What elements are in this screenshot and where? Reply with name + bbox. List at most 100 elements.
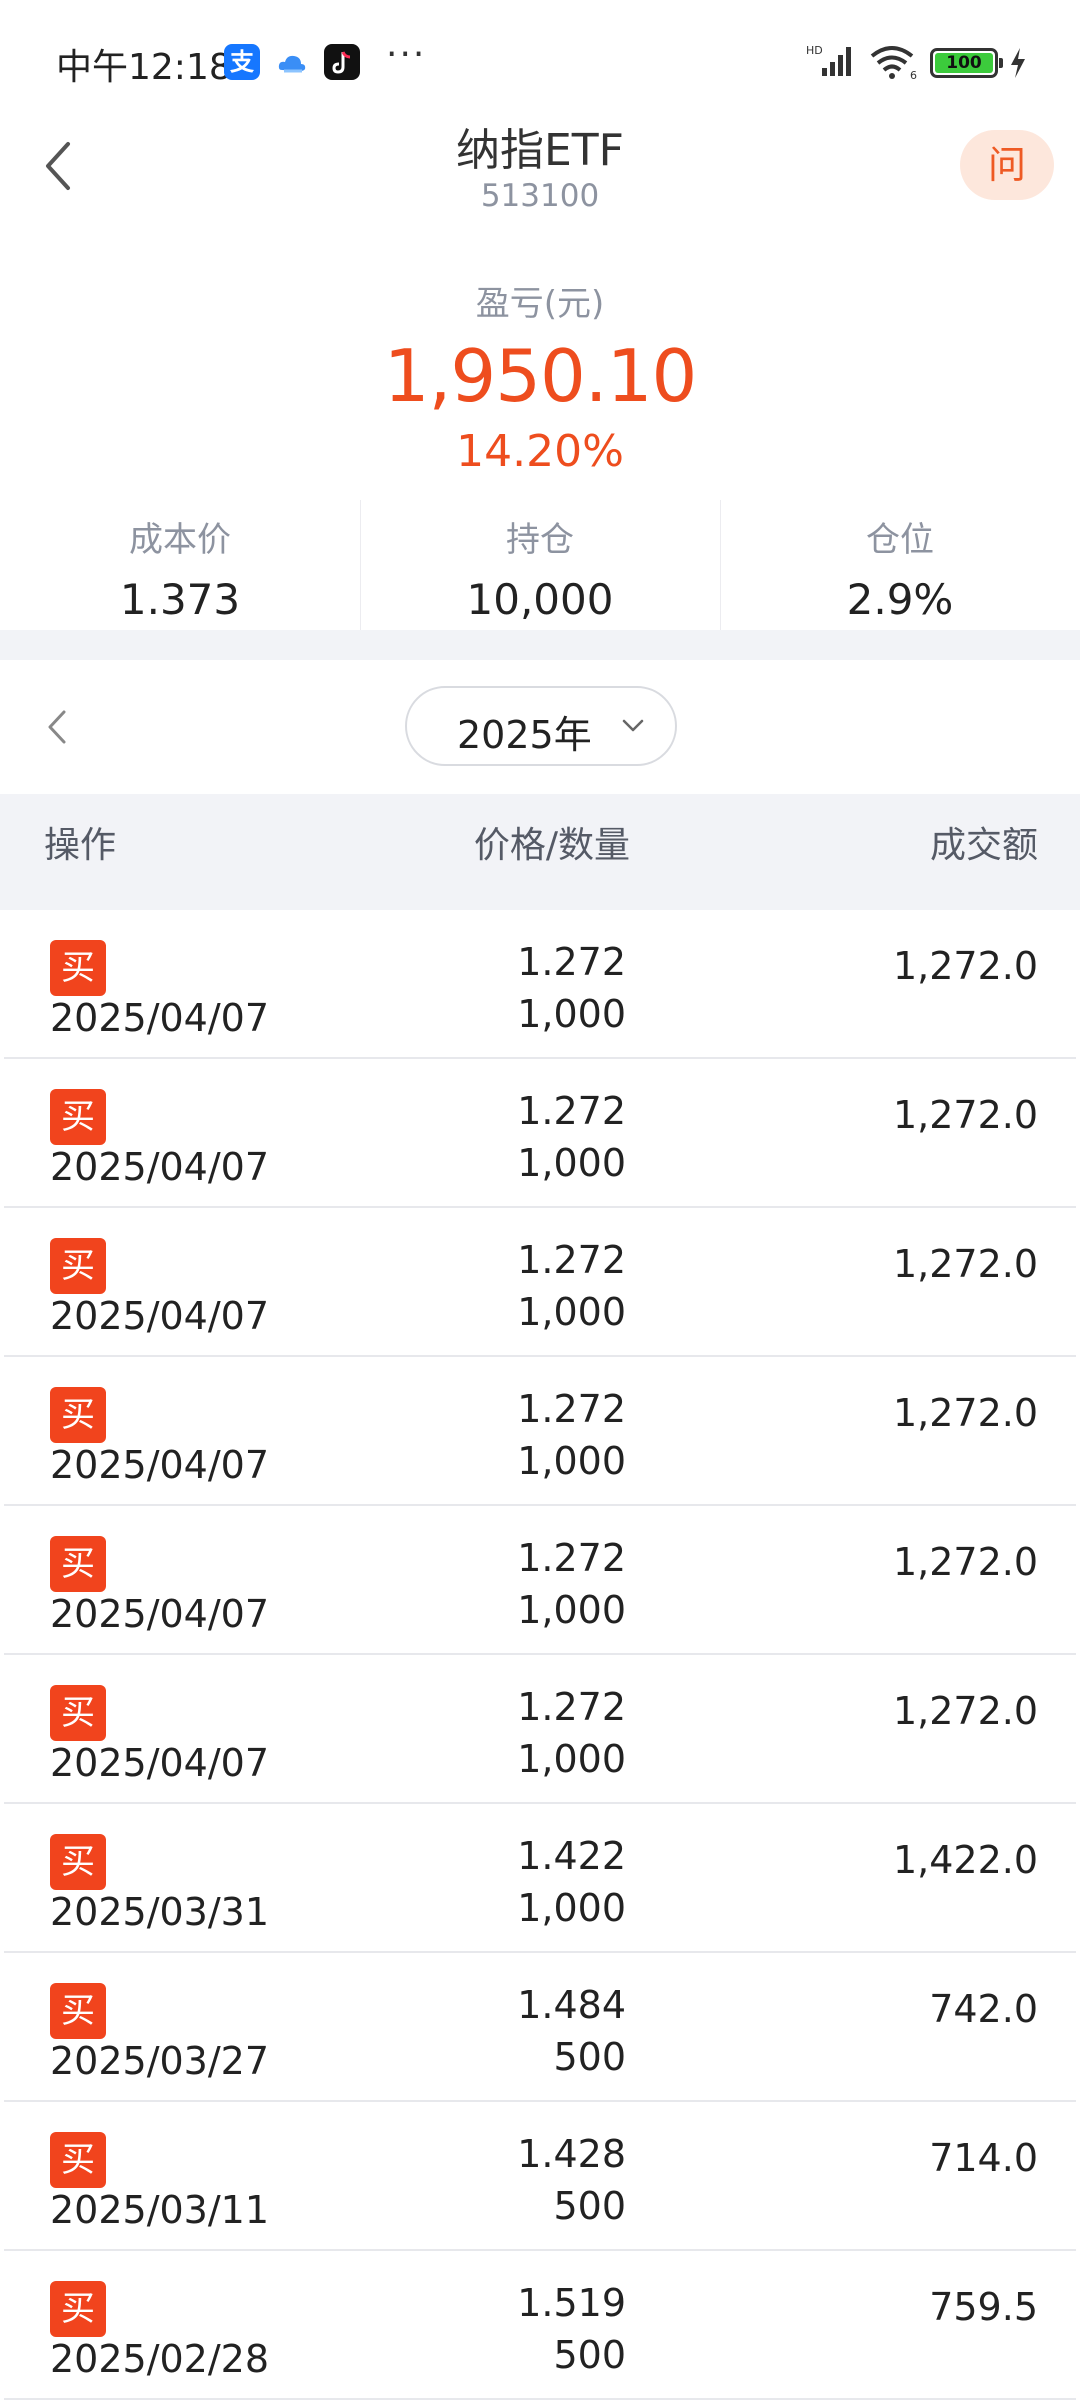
- trade-price: 1.272: [517, 940, 626, 984]
- stat-cost-price: 成本价 1.373: [0, 500, 360, 630]
- trade-price: 1.519: [517, 2281, 626, 2325]
- table-row[interactable]: 买 2025/04/07 1.272 1,000 1,272.0: [4, 1506, 1076, 1655]
- trade-price: 1.272: [517, 1089, 626, 1133]
- table-header: 操作 价格/数量 成交额: [0, 794, 1080, 910]
- pnl-value: 1,950.10: [383, 334, 698, 418]
- buy-badge: 买: [50, 1387, 106, 1443]
- svg-text:HD: HD: [806, 44, 823, 57]
- trade-quantity: 500: [553, 2035, 626, 2079]
- wifi-icon: 6: [868, 44, 920, 84]
- buy-badge: 买: [50, 1536, 106, 1592]
- stat-value: 1.373: [119, 575, 241, 624]
- trade-amount: 1,272.0: [892, 1242, 1038, 1286]
- trade-quantity: 1,000: [517, 1439, 626, 1483]
- trade-price: 1.272: [517, 1685, 626, 1729]
- table-row[interactable]: 买 2025/03/31 1.422 1,000 1,422.0: [4, 1804, 1076, 1953]
- buy-badge: 买: [50, 940, 106, 996]
- trade-date: 2025/03/31: [50, 1890, 270, 1934]
- stat-value: 2.9%: [846, 575, 954, 624]
- column-header-operation: 操作: [44, 825, 117, 866]
- battery-icon: 100: [930, 48, 1003, 78]
- trade-date: 2025/03/27: [50, 2039, 270, 2083]
- trade-date: 2025/02/28: [50, 2337, 270, 2381]
- table-row[interactable]: 买 2025/04/07 1.272 1,000 1,272.0: [4, 1208, 1076, 1357]
- trade-price: 1.422: [517, 1834, 626, 1878]
- column-header-amount: 成交额: [929, 825, 1038, 866]
- trade-amount: 1,272.0: [892, 1689, 1038, 1733]
- cloud-app-icon: [274, 44, 310, 80]
- tiktok-icon: [324, 44, 360, 80]
- table-row[interactable]: 买 2025/02/28 1.519 500 759.5: [4, 2251, 1076, 2400]
- trade-price: 1.428: [517, 2132, 626, 2176]
- buy-badge: 买: [50, 1834, 106, 1890]
- buy-badge: 买: [50, 1685, 106, 1741]
- trade-amount: 1,272.0: [892, 944, 1038, 988]
- svg-text:6: 6: [910, 69, 917, 80]
- status-time: 中午12:18: [56, 47, 232, 88]
- trade-amount: 742.0: [929, 1987, 1038, 2031]
- buy-badge: 买: [50, 1983, 106, 2039]
- year-value: 2025年: [457, 713, 592, 757]
- trade-date: 2025/04/07: [50, 1592, 270, 1636]
- trade-price: 1.272: [517, 1536, 626, 1580]
- trade-quantity: 1,000: [517, 992, 626, 1036]
- trade-date: 2025/03/11: [50, 2188, 270, 2232]
- stat-label: 持仓: [506, 520, 574, 560]
- signal-icon: HD: [806, 42, 858, 82]
- table-row[interactable]: 买 2025/04/07 1.272 1,000 1,272.0: [4, 1059, 1076, 1208]
- trade-quantity: 1,000: [517, 1886, 626, 1930]
- trade-quantity: 500: [553, 2184, 626, 2228]
- section-divider: [0, 630, 1080, 660]
- stat-label: 成本价: [129, 520, 231, 560]
- table-row[interactable]: 买 2025/03/27 1.484 500 742.0: [4, 1953, 1076, 2102]
- page-title: 纳指ETF: [456, 125, 624, 176]
- trade-quantity: 1,000: [517, 1737, 626, 1781]
- trade-amount: 1,272.0: [892, 1540, 1038, 1584]
- charging-icon: [1008, 46, 1028, 84]
- position-stats: 成本价 1.373 持仓 10,000 仓位 2.9%: [0, 500, 1080, 630]
- chevron-down-icon: [621, 718, 645, 738]
- trade-date: 2025/04/07: [50, 996, 270, 1040]
- column-header-price-quantity: 价格/数量: [473, 825, 630, 866]
- alipay-icon: 支: [224, 44, 260, 80]
- trade-quantity: 500: [553, 2333, 626, 2377]
- pnl-label: 盈亏(元): [475, 284, 605, 324]
- trade-amount: 1,422.0: [892, 1838, 1038, 1882]
- chevron-left-icon: [48, 710, 66, 744]
- ask-button[interactable]: 问: [960, 130, 1054, 200]
- stat-position-ratio: 仓位 2.9%: [720, 500, 1080, 630]
- table-row[interactable]: 买 2025/04/07 1.272 1,000 1,272.0: [4, 1655, 1076, 1804]
- battery-level: 100: [935, 53, 993, 73]
- trade-amount: 1,272.0: [892, 1391, 1038, 1435]
- trade-list: 买 2025/04/07 1.272 1,000 1,272.0 买 2025/…: [0, 910, 1080, 2400]
- table-row[interactable]: 买 2025/03/11 1.428 500 714.0: [4, 2102, 1076, 2251]
- trade-date: 2025/04/07: [50, 1741, 270, 1785]
- buy-badge: 买: [50, 2281, 106, 2337]
- more-notifications-icon: ···: [386, 34, 427, 75]
- trade-quantity: 1,000: [517, 1588, 626, 1632]
- buy-badge: 买: [50, 2132, 106, 2188]
- buy-badge: 买: [50, 1089, 106, 1145]
- stat-label: 仓位: [866, 520, 934, 560]
- year-dropdown[interactable]: 2025年: [405, 686, 677, 766]
- trade-date: 2025/04/07: [50, 1294, 270, 1338]
- trade-amount: 1,272.0: [892, 1093, 1038, 1137]
- status-bar: 中午12:18 支 ··· HD 6 100: [0, 0, 1080, 120]
- trade-date: 2025/04/07: [50, 1145, 270, 1189]
- stat-holding: 持仓 10,000: [360, 500, 720, 630]
- trade-price: 1.272: [517, 1387, 626, 1431]
- buy-badge: 买: [50, 1238, 106, 1294]
- stat-value: 10,000: [466, 575, 614, 624]
- table-row[interactable]: 买 2025/04/07 1.272 1,000 1,272.0: [4, 910, 1076, 1059]
- trade-amount: 714.0: [929, 2136, 1038, 2180]
- trade-price: 1.484: [517, 1983, 626, 2027]
- previous-year-button[interactable]: [40, 702, 74, 752]
- trade-quantity: 1,000: [517, 1141, 626, 1185]
- trade-date: 2025/04/07: [50, 1443, 270, 1487]
- pnl-percent: 14.20%: [456, 426, 624, 477]
- fund-code: 513100: [480, 178, 600, 214]
- trade-quantity: 1,000: [517, 1290, 626, 1334]
- table-row[interactable]: 买 2025/04/07 1.272 1,000 1,272.0: [4, 1357, 1076, 1506]
- trade-amount: 759.5: [929, 2285, 1038, 2329]
- trade-price: 1.272: [517, 1238, 626, 1282]
